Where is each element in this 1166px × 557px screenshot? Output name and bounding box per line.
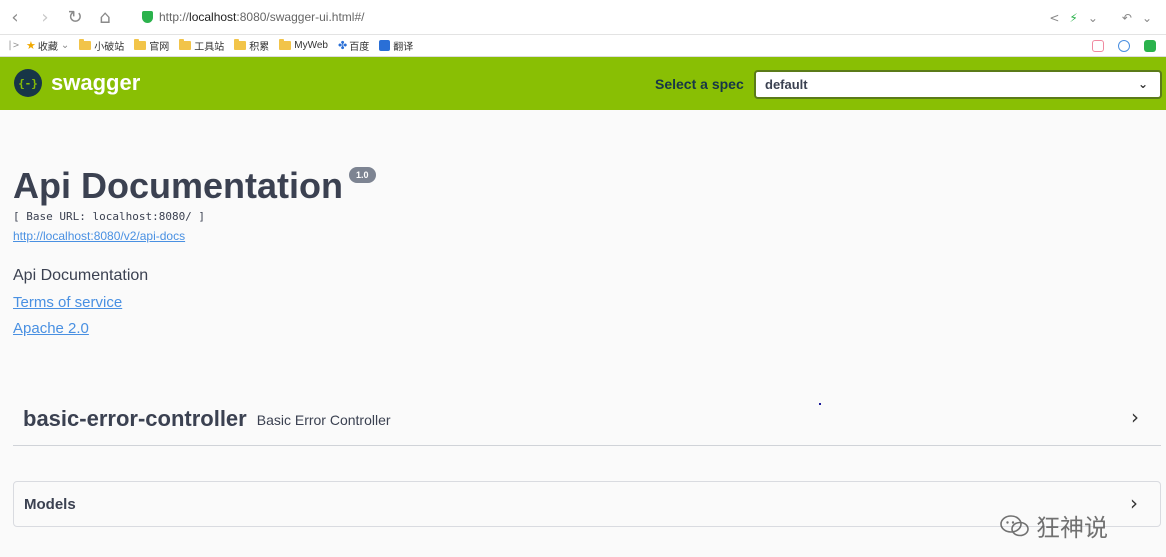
undo-icon[interactable]: ↶	[1122, 11, 1132, 25]
api-title-row: Api Documentation 1.0	[13, 164, 376, 208]
bookmarks-bar: |> ★ 收藏 ⌄ 小破站 官网 工具站 积累 MyWeb ✤ 百度 翻译	[0, 35, 1166, 57]
chevron-right-icon[interactable]: ›	[1131, 405, 1139, 429]
swagger-logo-text: swagger	[51, 70, 141, 95]
bookmark-favorites[interactable]: ★ 收藏 ⌄	[26, 38, 69, 53]
select-spec-label: Select a spec	[655, 76, 744, 92]
reload-icon[interactable]: ↻	[60, 0, 90, 35]
bookmark-baidu[interactable]: ✤ 百度	[338, 38, 369, 53]
spec-select-value: default	[765, 77, 808, 92]
browser-toolbar-right: < ⚡ ⌄ ↶ ⌄	[1049, 0, 1166, 35]
swagger-logo-icon: {-}	[14, 69, 42, 97]
base-url: [ Base URL: localhost:8080/ ]	[13, 210, 206, 223]
terms-of-service-link[interactable]: Terms of service	[13, 294, 122, 311]
api-docs-link[interactable]: http://localhost:8080/v2/api-docs	[13, 229, 185, 243]
forward-icon[interactable]: ›	[30, 0, 60, 35]
bookmarks-right-icons	[1092, 35, 1156, 57]
chevron-down-icon: ⌄	[1137, 77, 1148, 91]
bookmark-folder[interactable]: 工具站	[179, 38, 224, 53]
chevron-right-icon[interactable]: ›	[1130, 491, 1138, 515]
controller-name: basic-error-controller	[23, 405, 247, 431]
swagger-topbar: {-} swagger Select a spec default ⌄	[0, 57, 1166, 110]
home-icon[interactable]: ⌂	[90, 0, 120, 35]
sidebar-toggle-icon[interactable]: |>	[0, 40, 26, 51]
swagger-logo[interactable]: {-} swagger	[14, 69, 140, 97]
version-badge: 1.0	[349, 167, 376, 183]
lightning-icon[interactable]: ⚡	[1069, 11, 1077, 25]
translate-icon	[379, 40, 391, 51]
chevron-down-icon[interactable]: ⌄	[1142, 11, 1152, 25]
url-field[interactable]: http://localhost:8080/swagger-ui.html#/	[142, 0, 364, 35]
bookmark-folder[interactable]: 积累	[234, 38, 269, 53]
url-prefix: http://	[159, 10, 190, 24]
share-icon[interactable]: <	[1049, 11, 1059, 25]
bookmark-folder[interactable]: 小破站	[79, 38, 124, 53]
controller-description: Basic Error Controller	[256, 412, 391, 428]
chevron-down-icon: ⌄	[60, 40, 70, 51]
security-shield-icon	[142, 11, 153, 23]
browser-address-bar: ‹ › ↻ ⌂ http://localhost:8080/swagger-ui…	[0, 0, 1166, 35]
folder-icon	[79, 39, 92, 50]
url-host: localhost	[189, 10, 237, 24]
folder-icon	[234, 39, 247, 50]
spec-select[interactable]: default ⌄	[754, 70, 1162, 99]
folder-icon	[179, 39, 192, 50]
license-link[interactable]: Apache 2.0	[13, 320, 89, 337]
watermark: 狂神说	[1000, 508, 1108, 543]
back-icon[interactable]: ‹	[0, 0, 30, 35]
bookmark-translate[interactable]: 翻译	[379, 38, 413, 53]
page-title: Api Documentation	[13, 165, 343, 206]
folder-icon	[279, 39, 292, 50]
wechat-icon	[1000, 514, 1029, 536]
url-rest: :8080/swagger-ui.html#/	[236, 10, 365, 24]
models-title: Models	[24, 495, 76, 513]
extension-icon[interactable]	[1144, 40, 1156, 52]
star-icon: ★	[26, 39, 36, 52]
folder-icon	[134, 39, 147, 50]
chevron-down-icon[interactable]: ⌄	[1088, 11, 1098, 25]
controller-section[interactable]: basic-error-controller Basic Error Contr…	[13, 392, 1161, 446]
bookmark-folder[interactable]: MyWeb	[279, 39, 328, 51]
models-section[interactable]: Models ›	[13, 481, 1161, 527]
baidu-paw-icon: ✤	[337, 39, 348, 52]
api-description: Api Documentation	[13, 267, 149, 284]
bookmark-folder[interactable]: 官网	[134, 38, 169, 53]
cat-icon[interactable]	[1092, 40, 1104, 52]
watermark-text: 狂神说	[1036, 514, 1108, 542]
emoji-icon[interactable]	[1118, 40, 1130, 52]
